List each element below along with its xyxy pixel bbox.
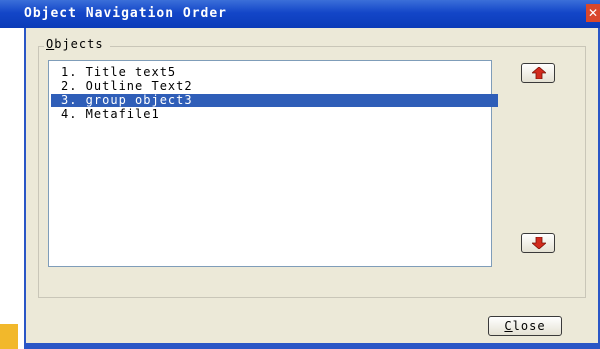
dialog-window: Object Navigation Order ✕ Objects 1. Tit… [0, 0, 600, 349]
move-down-button[interactable] [521, 233, 555, 253]
list-item-metafile1[interactable]: 4. Metafile1 [51, 108, 498, 121]
objects-group-label: Objects [44, 37, 110, 51]
list-item-outline-text2[interactable]: 2. Outline Text2 [51, 80, 498, 93]
background-strip [0, 28, 24, 349]
move-up-button[interactable] [521, 63, 555, 83]
close-button-label: lose [512, 319, 546, 333]
close-button[interactable]: Close [488, 316, 562, 336]
window-bottom-border [24, 343, 600, 349]
arrow-up-icon [532, 67, 546, 79]
objects-label-text: bjects [54, 37, 104, 51]
background-highlight [0, 324, 18, 349]
list-item-title-text5[interactable]: 1. Title text5 [51, 66, 498, 79]
close-window-icon[interactable]: ✕ [586, 4, 600, 22]
close-accelerator: C [504, 319, 513, 333]
objects-listbox[interactable]: 1. Title text5 2. Outline Text2 3. group… [48, 60, 498, 267]
title-bar[interactable]: Object Navigation Order ✕ [0, 0, 600, 28]
dialog-title: Object Navigation Order [24, 6, 228, 21]
objects-accelerator: O [46, 37, 55, 51]
arrow-down-icon [532, 237, 546, 249]
list-item-group-object3[interactable]: 3. group object3 [51, 94, 498, 107]
